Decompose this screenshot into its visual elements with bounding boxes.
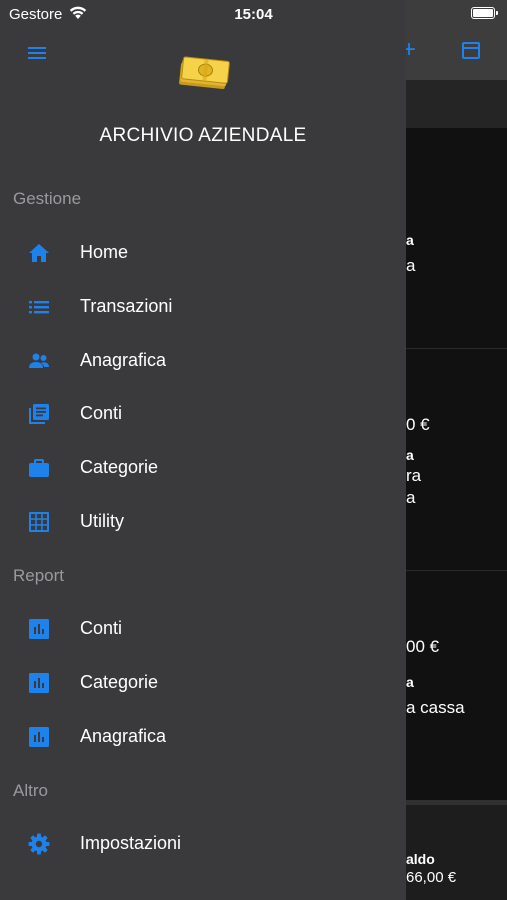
- menu-button[interactable]: [28, 45, 48, 61]
- menu-item-home[interactable]: Home: [0, 228, 406, 278]
- menu-item-impostazioni[interactable]: Impostazioni: [0, 819, 406, 869]
- library-books-icon: [29, 404, 49, 424]
- row-3-amount: 00 €: [406, 637, 440, 656]
- footer-amount: 66,00 €: [406, 869, 457, 886]
- menu-item-categorie[interactable]: Categorie: [0, 443, 406, 493]
- status-bar: Gestore 15:04: [0, 0, 507, 28]
- row-3-text: a cassa: [406, 698, 465, 717]
- briefcase-icon: [29, 459, 49, 477]
- menu-item-report-conti[interactable]: Conti: [0, 604, 406, 654]
- battery-tip: [496, 11, 498, 15]
- gear-icon: [28, 833, 50, 855]
- status-time: 15:04: [234, 6, 273, 23]
- row-2-label: a: [406, 447, 414, 463]
- app-title: ARCHIVIO AZIENDALE: [99, 125, 307, 146]
- menu-item-utility[interactable]: Utility: [0, 497, 406, 547]
- list-icon: [29, 301, 49, 314]
- menu-item-conti[interactable]: Conti: [0, 389, 406, 439]
- footer-label: aldo: [406, 851, 435, 867]
- money-logo-icon: [179, 56, 230, 90]
- menu-item-label: Transazioni: [80, 296, 173, 316]
- divider: [406, 348, 507, 349]
- row-1-label: a: [406, 232, 414, 248]
- row-2-text: ra: [406, 466, 422, 485]
- bar-chart-icon: [29, 727, 49, 747]
- menu-item-label: Categorie: [80, 457, 159, 477]
- home-icon: [29, 244, 49, 262]
- divider: [406, 570, 507, 571]
- section-altro: Altro: [13, 781, 48, 800]
- menu-item-label: Categorie: [80, 672, 159, 692]
- battery-icon: [471, 7, 495, 19]
- menu-item-label: Anagrafica: [80, 726, 167, 746]
- row-2-amount: 0 €: [406, 415, 430, 434]
- menu-item-label: Utility: [80, 511, 124, 531]
- menu-item-label: Home: [80, 242, 129, 262]
- section-report: Report: [13, 566, 65, 585]
- menu-item-report-categorie[interactable]: Categorie: [0, 658, 406, 708]
- calendar-icon[interactable]: [462, 42, 480, 59]
- menu-item-label: Anagrafica: [80, 350, 167, 370]
- menu-item-label: Impostazioni: [80, 833, 182, 853]
- row-2-text-2: a: [406, 488, 416, 507]
- menu-item-report-anagrafica[interactable]: Anagrafica: [0, 712, 406, 762]
- row-1-text: a: [406, 256, 416, 275]
- bar-chart-icon: [29, 619, 49, 639]
- menu-item-label: Conti: [80, 618, 123, 638]
- bar-chart-icon: [29, 673, 49, 693]
- menu-item-label: Conti: [80, 403, 123, 423]
- menu-item-anagrafica[interactable]: Anagrafica: [0, 336, 406, 386]
- menu-item-transazioni[interactable]: Transazioni: [0, 282, 406, 332]
- side-drawer: ARCHIVIO AZIENDALE Gestione Home Transaz…: [0, 0, 406, 900]
- section-gestione: Gestione: [13, 189, 82, 208]
- row-3-label: a: [406, 674, 414, 690]
- people-icon: [29, 353, 49, 368]
- grid-icon: [29, 512, 49, 532]
